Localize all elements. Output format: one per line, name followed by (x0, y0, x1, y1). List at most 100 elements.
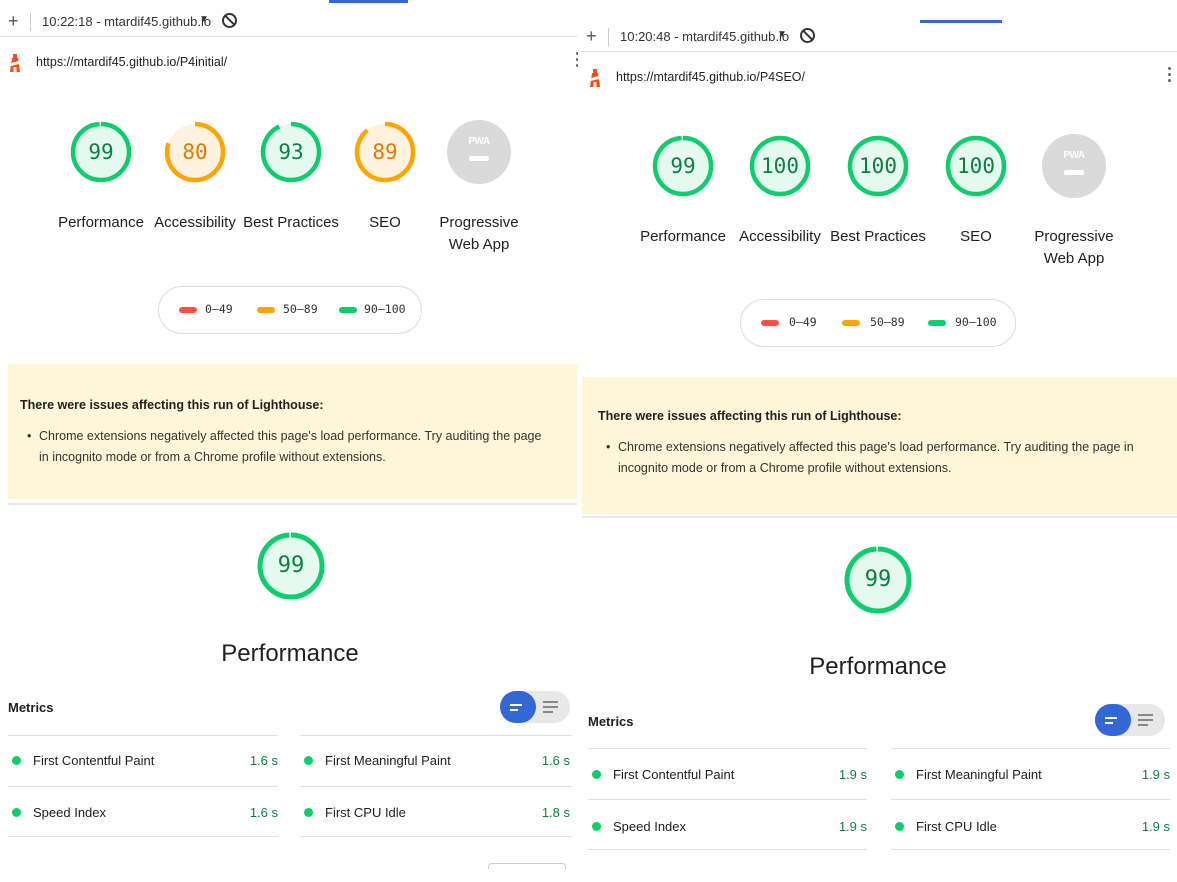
metric-value: 1.6 s (541, 753, 570, 768)
gauge-score: 100 (957, 154, 995, 178)
pwa-badge-text: PWA (468, 136, 490, 147)
new-tab-icon[interactable]: + (8, 11, 19, 32)
run-selector[interactable]: 10:20:48 - mtardif45.github.io (620, 29, 789, 44)
metric-first-contentful-paint[interactable]: First Contentful Paint 1.6 s (8, 751, 278, 771)
run-selector[interactable]: 10:22:18 - mtardif45.github.io (42, 14, 211, 29)
legend-average-icon (257, 307, 275, 313)
metrics-divider (8, 786, 278, 787)
metric-value: 1.9 s (1141, 819, 1170, 834)
metric-value: 1.9 s (1141, 767, 1170, 782)
gauge-performance[interactable]: 99 (651, 134, 715, 198)
warning-title: There were issues affecting this run of … (20, 398, 324, 412)
metric-first-meaningful-paint[interactable]: First Meaningful Paint 1.6 s (300, 751, 570, 771)
report-url[interactable]: https://mtardif45.github.io/P4initial/ (36, 55, 227, 69)
performance-score: 99 (277, 553, 305, 578)
dropdown-arrow-icon[interactable]: ▼ (777, 29, 787, 40)
gauge-accessibility[interactable]: 80 (163, 120, 227, 184)
report-url[interactable]: https://mtardif45.github.io/P4SEO/ (616, 70, 805, 84)
more-menu-icon[interactable] (1168, 67, 1171, 85)
pass-dot-icon (592, 770, 601, 779)
section-divider (582, 516, 1177, 518)
warning-text: Chrome extensions negatively affected th… (618, 440, 1134, 475)
metrics-divider (891, 748, 1170, 749)
gauge-label-pwa[interactable]: Progressive Web App (424, 212, 534, 256)
metrics-divider (300, 836, 572, 837)
gauge-accessibility[interactable]: 100 (748, 134, 812, 198)
gauge-label-pwa[interactable]: Progressive Web App (1019, 226, 1129, 270)
gauge-score: 89 (372, 140, 398, 164)
report-toolbar: + 10:22:18 - mtardif45.github.io ▼ (0, 8, 585, 37)
pwa-dash-icon (1064, 170, 1084, 175)
section-divider (8, 503, 577, 505)
pass-dot-icon (12, 756, 21, 765)
pass-dot-icon (895, 822, 904, 831)
performance-gauge: 99 (256, 531, 326, 601)
metric-name: First Contentful Paint (613, 767, 735, 782)
legend-average-icon (842, 320, 860, 326)
performance-gauge: 99 (843, 545, 913, 615)
performance-title: Performance (809, 653, 947, 680)
pwa-badge-text: PWA (1063, 150, 1085, 161)
new-tab-icon[interactable]: + (586, 26, 597, 47)
report-toolbar: + 10:20:48 - mtardif45.github.io ▼ (578, 23, 1177, 52)
clear-icon[interactable] (222, 13, 237, 28)
gauge-label-accessibility[interactable]: Accessibility (140, 212, 250, 234)
metric-value: 1.9 s (838, 819, 867, 834)
gauge-score: 93 (278, 140, 304, 164)
metric-value: 1.8 s (541, 805, 570, 820)
warning-title: There were issues affecting this run of … (598, 409, 902, 423)
metrics-divider (588, 748, 867, 749)
pass-dot-icon (592, 822, 601, 831)
gauge-seo[interactable]: 89 (353, 120, 417, 184)
legend-average-label: 50–89 (870, 315, 905, 329)
metric-first-contentful-paint[interactable]: First Contentful Paint 1.9 s (588, 765, 867, 785)
pass-dot-icon (12, 808, 21, 817)
legend-pass-icon (928, 320, 946, 326)
legend-average-label: 50–89 (283, 302, 318, 316)
metric-name: Speed Index (613, 819, 687, 834)
dropdown-arrow-icon[interactable]: ▼ (199, 14, 209, 25)
lighthouse-icon (590, 69, 600, 87)
metric-first-cpu-idle[interactable]: First CPU Idle 1.8 s (300, 803, 570, 823)
pass-dot-icon (895, 770, 904, 779)
gauge-label-seo[interactable]: SEO (921, 226, 1031, 248)
gauge-label-accessibility[interactable]: Accessibility (725, 226, 835, 248)
metrics-title: Metrics (8, 700, 54, 715)
metric-name: First Meaningful Paint (325, 753, 451, 768)
gauge-best-practices[interactable]: 100 (846, 134, 910, 198)
metric-name: First CPU Idle (916, 819, 997, 834)
gauge-score: 99 (88, 140, 114, 164)
legend-pass-label: 90–100 (955, 315, 997, 329)
gauge-performance[interactable]: 99 (69, 120, 133, 184)
gauge-seo[interactable]: 100 (944, 134, 1008, 198)
legend-fail-icon (179, 307, 197, 313)
compact-view-icon[interactable] (1095, 704, 1131, 736)
report-panel-seo: + 10:20:48 - mtardif45.github.io ▼ https… (578, 13, 1177, 882)
gauge-score: 80 (182, 140, 208, 164)
metric-first-cpu-idle[interactable]: First CPU Idle 1.9 s (891, 817, 1170, 837)
compact-view-icon[interactable] (500, 691, 536, 723)
metrics-divider (588, 849, 867, 850)
gauge-best-practices[interactable]: 93 (259, 120, 323, 184)
metric-first-meaningful-paint[interactable]: First Meaningful Paint 1.9 s (891, 765, 1170, 785)
metric-value: 1.6 s (249, 805, 278, 820)
metrics-view-toggle[interactable] (1095, 704, 1165, 736)
warning-text: Chrome extensions negatively affected th… (39, 429, 542, 464)
metrics-divider (8, 836, 278, 837)
legend-fail-label: 0–49 (205, 302, 233, 316)
partial-button[interactable] (488, 863, 566, 869)
metrics-view-toggle[interactable] (500, 691, 570, 723)
metric-name: First Contentful Paint (33, 753, 155, 768)
metrics-divider (300, 786, 572, 787)
metric-speed-index[interactable]: Speed Index 1.9 s (588, 817, 867, 837)
metrics-title: Metrics (588, 714, 634, 729)
score-legend: 0–49 50–89 90–100 (158, 286, 422, 334)
metric-speed-index[interactable]: Speed Index 1.6 s (8, 803, 278, 823)
gauge-score: 100 (859, 154, 897, 178)
clear-icon[interactable] (800, 28, 815, 43)
gauge-label-performance[interactable]: Performance (628, 226, 738, 248)
pass-dot-icon (304, 808, 313, 817)
gauge-label-best-practices[interactable]: Best Practices (823, 226, 933, 248)
pwa-badge-icon: PWA (1042, 134, 1106, 198)
metrics-divider (8, 735, 278, 736)
